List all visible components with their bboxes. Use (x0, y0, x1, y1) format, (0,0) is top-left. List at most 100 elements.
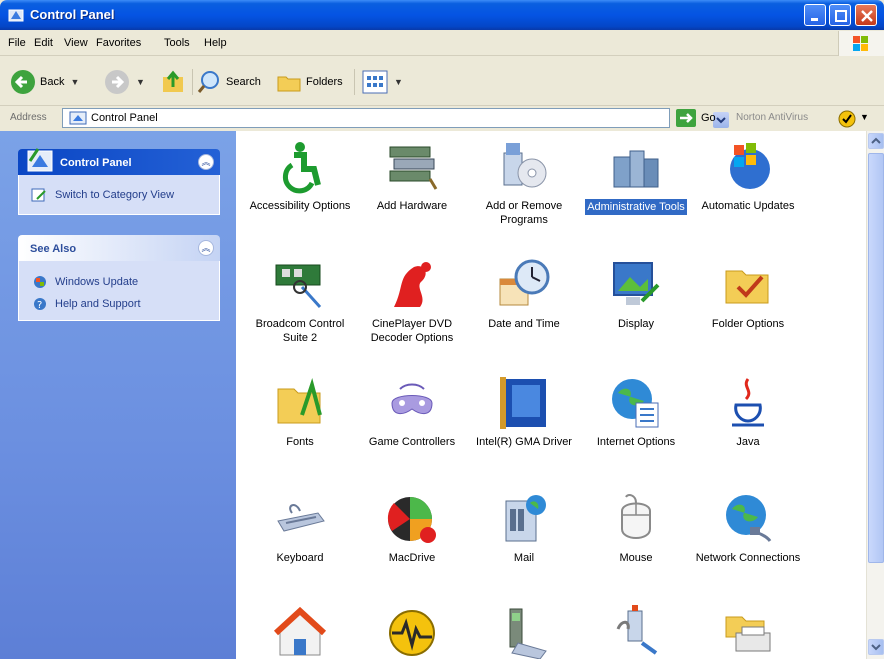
add-remove-programs-icon (503, 143, 547, 188)
menu-edit[interactable]: Edit (34, 37, 53, 49)
close-icon (861, 10, 873, 22)
item-network-setup-wizard[interactable] (244, 603, 356, 659)
task-pane: Control Panel ︽ Switch to Category View … (0, 131, 236, 659)
windows-update-link[interactable]: Windows Update (33, 275, 138, 289)
nvidia-icon (389, 610, 435, 656)
item-network-connections[interactable]: Network Connections (692, 491, 804, 565)
automatic-updates-icon (730, 143, 770, 189)
collapse-icon[interactable]: ︽ (198, 154, 214, 170)
item-power-options[interactable] (580, 603, 692, 659)
printers-faxes-icon (725, 616, 771, 652)
category-view-icon (31, 188, 46, 202)
maximize-icon (835, 10, 847, 22)
add-hardware-icon (389, 146, 438, 190)
broadcom-icon (275, 264, 322, 309)
forward-arrow-icon (105, 70, 129, 94)
vertical-scrollbar[interactable] (866, 131, 884, 659)
help-and-support-link[interactable]: ? Help and Support (33, 297, 141, 311)
see-also-section-title: See Also (30, 243, 77, 255)
window-title: Control Panel (30, 7, 115, 22)
network-connections-icon (726, 495, 772, 542)
control-panel-window: Control Panel File Edit View Favorites T… (0, 0, 884, 659)
menu-tools[interactable]: Tools (164, 37, 190, 49)
close-button[interactable] (855, 4, 877, 26)
address-label: Address (10, 112, 47, 123)
collapse-icon[interactable]: ︽ (198, 240, 214, 256)
control-panel-items: Accessibility Options Add Hardware Add o… (236, 131, 866, 659)
forward-button[interactable]: ▼ (104, 69, 145, 95)
search-button[interactable]: Search (196, 69, 261, 95)
menu-view[interactable]: View (64, 37, 88, 49)
toolbar-separator (192, 69, 193, 95)
phone-modem-icon (509, 608, 547, 659)
item-fonts[interactable]: Fonts (244, 375, 356, 449)
item-printers-and-faxes[interactable] (692, 603, 804, 659)
go-button[interactable]: Go (676, 109, 716, 127)
menu-bar: File Edit View Favorites Tools Help (0, 30, 884, 56)
norton-icon[interactable] (838, 110, 856, 128)
item-keyboard[interactable]: Keyboard (244, 491, 356, 565)
item-game-controllers[interactable]: Game Controllers (356, 375, 468, 449)
views-button[interactable]: ▼ (362, 70, 403, 94)
folders-button[interactable]: Folders (276, 69, 343, 95)
keyboard-icon (277, 504, 325, 532)
internet-options-icon (612, 379, 659, 428)
macdrive-icon (387, 497, 436, 543)
back-arrow-icon (11, 70, 35, 94)
mouse-icon (621, 494, 651, 539)
control-panel-icon (69, 111, 87, 125)
item-nvidia[interactable] (356, 603, 468, 659)
menu-help[interactable]: Help (204, 37, 227, 49)
mail-icon (505, 495, 546, 542)
item-cineplayer-dvd-decoder[interactable]: CinePlayer DVD Decoder Options (356, 257, 468, 345)
accessibility-icon (282, 142, 321, 194)
menu-favorites[interactable]: Favorites (96, 37, 141, 49)
item-phone-and-modem[interactable] (468, 603, 580, 659)
control-panel-icon (27, 148, 53, 172)
windows-flag-icon (853, 36, 868, 51)
chevron-down-icon[interactable]: ▼ (860, 112, 869, 122)
folders-icon (277, 76, 301, 92)
item-date-and-time[interactable]: Date and Time (468, 257, 580, 331)
search-icon (197, 71, 219, 93)
up-folder-button[interactable] (160, 69, 186, 95)
item-accessibility-options[interactable]: Accessibility Options (244, 139, 356, 213)
intel-gma-icon (500, 377, 546, 429)
help-icon: ? (34, 298, 46, 311)
java-icon (732, 378, 764, 427)
svg-text:?: ? (37, 300, 42, 311)
item-mail[interactable]: Mail (468, 491, 580, 565)
item-display[interactable]: Display (580, 257, 692, 331)
see-also-section-header[interactable]: See Also ︽ (18, 235, 220, 261)
scroll-down-button[interactable] (868, 639, 884, 655)
item-administrative-tools[interactable]: Administrative Tools (580, 139, 692, 215)
date-time-icon (499, 259, 550, 306)
scrollbar-thumb[interactable] (868, 153, 884, 563)
item-add-or-remove-programs[interactable]: Add or Remove Programs (468, 139, 580, 227)
menu-file[interactable]: File (8, 37, 26, 49)
item-add-hardware[interactable]: Add Hardware (356, 139, 468, 213)
item-folder-options[interactable]: Folder Options (692, 257, 804, 331)
game-controllers-icon (391, 383, 433, 414)
title-bar[interactable]: Control Panel (0, 0, 884, 30)
norton-antivirus-label[interactable]: Norton AntiVirus (736, 112, 808, 123)
display-icon (613, 262, 660, 305)
control-panel-icon (8, 9, 24, 22)
scroll-up-button[interactable] (868, 133, 884, 149)
item-java[interactable]: Java (692, 375, 804, 449)
item-broadcom-control-suite[interactable]: Broadcom Control Suite 2 (244, 257, 356, 345)
up-folder-icon (163, 70, 183, 92)
minimize-icon (811, 18, 818, 21)
control-panel-section-header[interactable]: Control Panel ︽ (18, 148, 220, 175)
item-macdrive[interactable]: MacDrive (356, 491, 468, 565)
item-intel-gma-driver[interactable]: Intel(R) GMA Driver (468, 375, 580, 449)
item-internet-options[interactable]: Internet Options (580, 375, 692, 449)
switch-to-category-view-link[interactable]: Switch to Category View (31, 187, 174, 203)
address-input[interactable]: Control Panel (62, 108, 729, 128)
minimize-button[interactable] (804, 4, 826, 26)
back-button[interactable]: Back ▼ (10, 69, 79, 95)
maximize-button[interactable] (829, 4, 851, 26)
item-automatic-updates[interactable]: Automatic Updates (692, 139, 804, 213)
item-mouse[interactable]: Mouse (580, 491, 692, 565)
chevron-down-icon: ▼ (70, 77, 80, 87)
